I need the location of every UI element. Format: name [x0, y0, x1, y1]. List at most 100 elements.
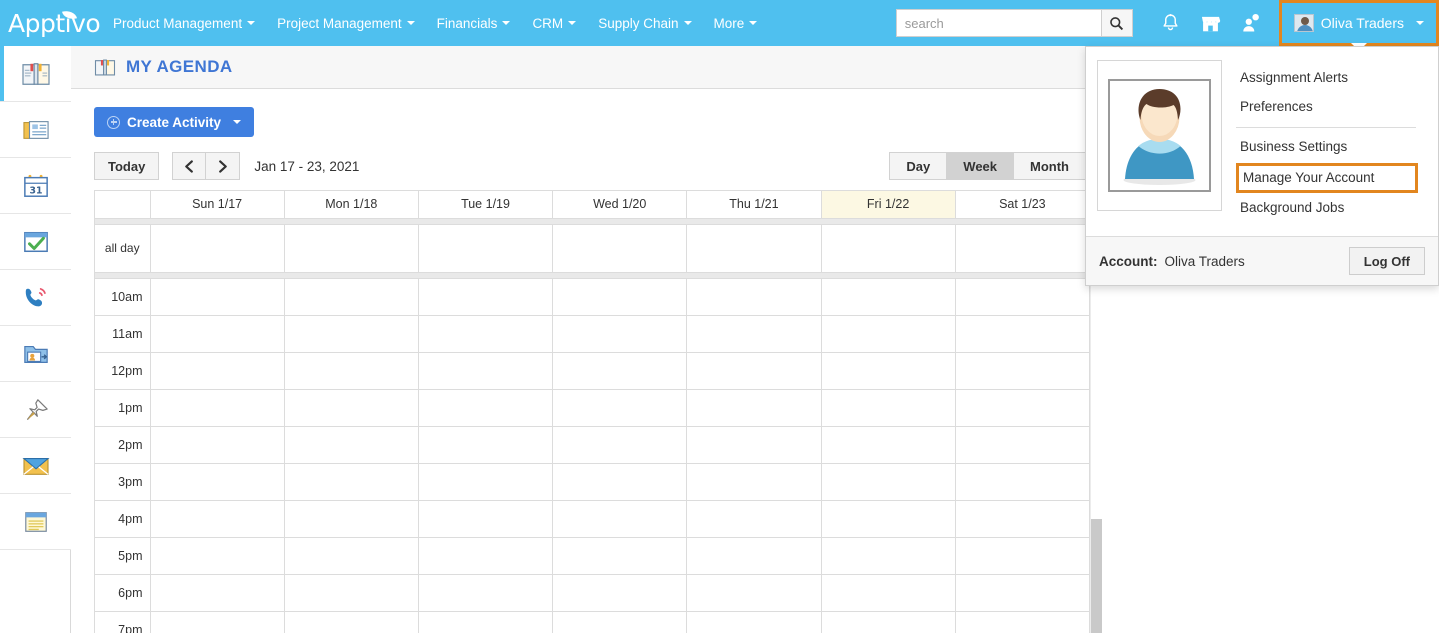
slot-cell[interactable]	[284, 352, 419, 390]
slot-cell[interactable]	[150, 574, 285, 612]
nav-item-product-management[interactable]: Product Management	[102, 0, 266, 46]
all-day-cell-thu[interactable]	[686, 224, 822, 273]
sidebar-item-calendar[interactable]: 31	[0, 158, 71, 214]
slot-cell[interactable]	[686, 611, 822, 633]
nav-item-crm[interactable]: CRM	[521, 0, 587, 46]
slot-cell[interactable]	[284, 426, 419, 464]
search-input[interactable]	[895, 9, 1101, 37]
slot-cell[interactable]	[686, 278, 822, 316]
sidebar-item-tasks[interactable]	[0, 214, 71, 270]
slot-cell[interactable]	[552, 426, 688, 464]
slot-cell[interactable]	[955, 500, 1091, 538]
slot-cell[interactable]	[821, 463, 956, 501]
app-store-button[interactable]	[1191, 0, 1231, 46]
slot-cell[interactable]	[418, 574, 554, 612]
create-activity-button[interactable]: Create Activity	[94, 107, 255, 137]
slot-cell[interactable]	[284, 500, 419, 538]
slot-cell[interactable]	[150, 426, 285, 464]
day-header-fri-today[interactable]: Fri 1/22	[821, 191, 956, 219]
slot-cell[interactable]	[686, 463, 822, 501]
day-header-mon[interactable]: Mon 1/18	[284, 191, 419, 219]
slot-cell[interactable]	[284, 278, 419, 316]
day-header-thu[interactable]: Thu 1/21	[686, 191, 822, 219]
nav-item-supply-chain[interactable]: Supply Chain	[587, 0, 702, 46]
slot-cell[interactable]	[150, 463, 285, 501]
slot-cell[interactable]	[150, 500, 285, 538]
sidebar-item-notes[interactable]	[0, 494, 71, 550]
slot-cell[interactable]	[955, 352, 1091, 390]
slot-cell[interactable]	[552, 611, 688, 633]
menu-item-assignment-alerts[interactable]: Assignment Alerts	[1236, 64, 1438, 93]
slot-cell[interactable]	[418, 389, 554, 427]
slot-cell[interactable]	[686, 352, 822, 390]
slot-cell[interactable]	[686, 389, 822, 427]
slot-cell[interactable]	[284, 574, 419, 612]
log-off-button[interactable]: Log Off	[1348, 247, 1425, 276]
slot-cell[interactable]	[955, 389, 1091, 427]
day-header-sun[interactable]: Sun 1/17	[150, 191, 285, 219]
slot-cell[interactable]	[150, 352, 285, 390]
nav-item-more[interactable]: More	[703, 0, 769, 46]
slot-cell[interactable]	[150, 389, 285, 427]
slot-cell[interactable]	[150, 315, 285, 353]
slot-cell[interactable]	[821, 611, 956, 633]
all-day-cell-fri[interactable]	[821, 224, 956, 273]
slot-cell[interactable]	[284, 611, 419, 633]
slot-cell[interactable]	[284, 463, 419, 501]
slot-cell[interactable]	[552, 389, 688, 427]
slot-cell[interactable]	[552, 537, 688, 575]
all-day-cell-wed[interactable]	[552, 224, 688, 273]
sidebar-item-pins[interactable]	[0, 382, 71, 438]
sidebar-item-contacts[interactable]	[0, 326, 71, 382]
slot-cell[interactable]	[552, 278, 688, 316]
slot-cell[interactable]	[552, 574, 688, 612]
day-header-wed[interactable]: Wed 1/20	[552, 191, 688, 219]
all-day-cell-mon[interactable]	[284, 224, 419, 273]
slot-cell[interactable]	[418, 426, 554, 464]
collaboration-button[interactable]	[1231, 0, 1271, 46]
slot-cell[interactable]	[552, 315, 688, 353]
search-button[interactable]	[1100, 9, 1133, 37]
menu-item-manage-your-account[interactable]: Manage Your Account	[1236, 162, 1418, 194]
account-menu-button[interactable]: Oliva Traders	[1278, 0, 1439, 51]
slot-cell[interactable]	[418, 278, 554, 316]
slot-cell[interactable]	[955, 574, 1091, 612]
calendar-scrollbar-thumb[interactable]	[1091, 519, 1102, 633]
view-week-button[interactable]: Week	[947, 152, 1015, 180]
slot-cell[interactable]	[955, 611, 1091, 633]
slot-cell[interactable]	[150, 278, 285, 316]
all-day-cell-tue[interactable]	[418, 224, 554, 273]
slot-cell[interactable]	[686, 574, 822, 612]
nav-item-project-management[interactable]: Project Management	[266, 0, 426, 46]
slot-cell[interactable]	[284, 315, 419, 353]
apptivo-logo[interactable]: Apptivo	[0, 8, 102, 38]
slot-cell[interactable]	[150, 537, 285, 575]
slot-cell[interactable]	[150, 611, 285, 633]
slot-cell[interactable]	[418, 500, 554, 538]
day-header-tue[interactable]: Tue 1/19	[418, 191, 554, 219]
sidebar-item-news[interactable]	[0, 102, 71, 158]
sidebar-item-agenda[interactable]	[0, 46, 71, 102]
slot-cell[interactable]	[552, 352, 688, 390]
slot-cell[interactable]	[955, 537, 1091, 575]
slot-cell[interactable]	[418, 463, 554, 501]
slot-cell[interactable]	[821, 278, 956, 316]
slot-cell[interactable]	[418, 611, 554, 633]
view-day-button[interactable]: Day	[889, 152, 948, 180]
slot-cell[interactable]	[284, 537, 419, 575]
slot-cell[interactable]	[686, 537, 822, 575]
slot-cell[interactable]	[552, 500, 688, 538]
sidebar-item-calls[interactable]	[0, 270, 71, 326]
day-header-sat[interactable]: Sat 1/23	[955, 191, 1091, 219]
slot-cell[interactable]	[821, 537, 956, 575]
slot-cell[interactable]	[284, 389, 419, 427]
slot-cell[interactable]	[955, 426, 1091, 464]
slot-cell[interactable]	[686, 315, 822, 353]
slot-cell[interactable]	[955, 463, 1091, 501]
all-day-cell-sat[interactable]	[955, 224, 1091, 273]
slot-cell[interactable]	[821, 500, 956, 538]
menu-item-preferences[interactable]: Preferences	[1236, 93, 1438, 122]
slot-cell[interactable]	[821, 389, 956, 427]
slot-cell[interactable]	[821, 315, 956, 353]
slot-cell[interactable]	[552, 463, 688, 501]
